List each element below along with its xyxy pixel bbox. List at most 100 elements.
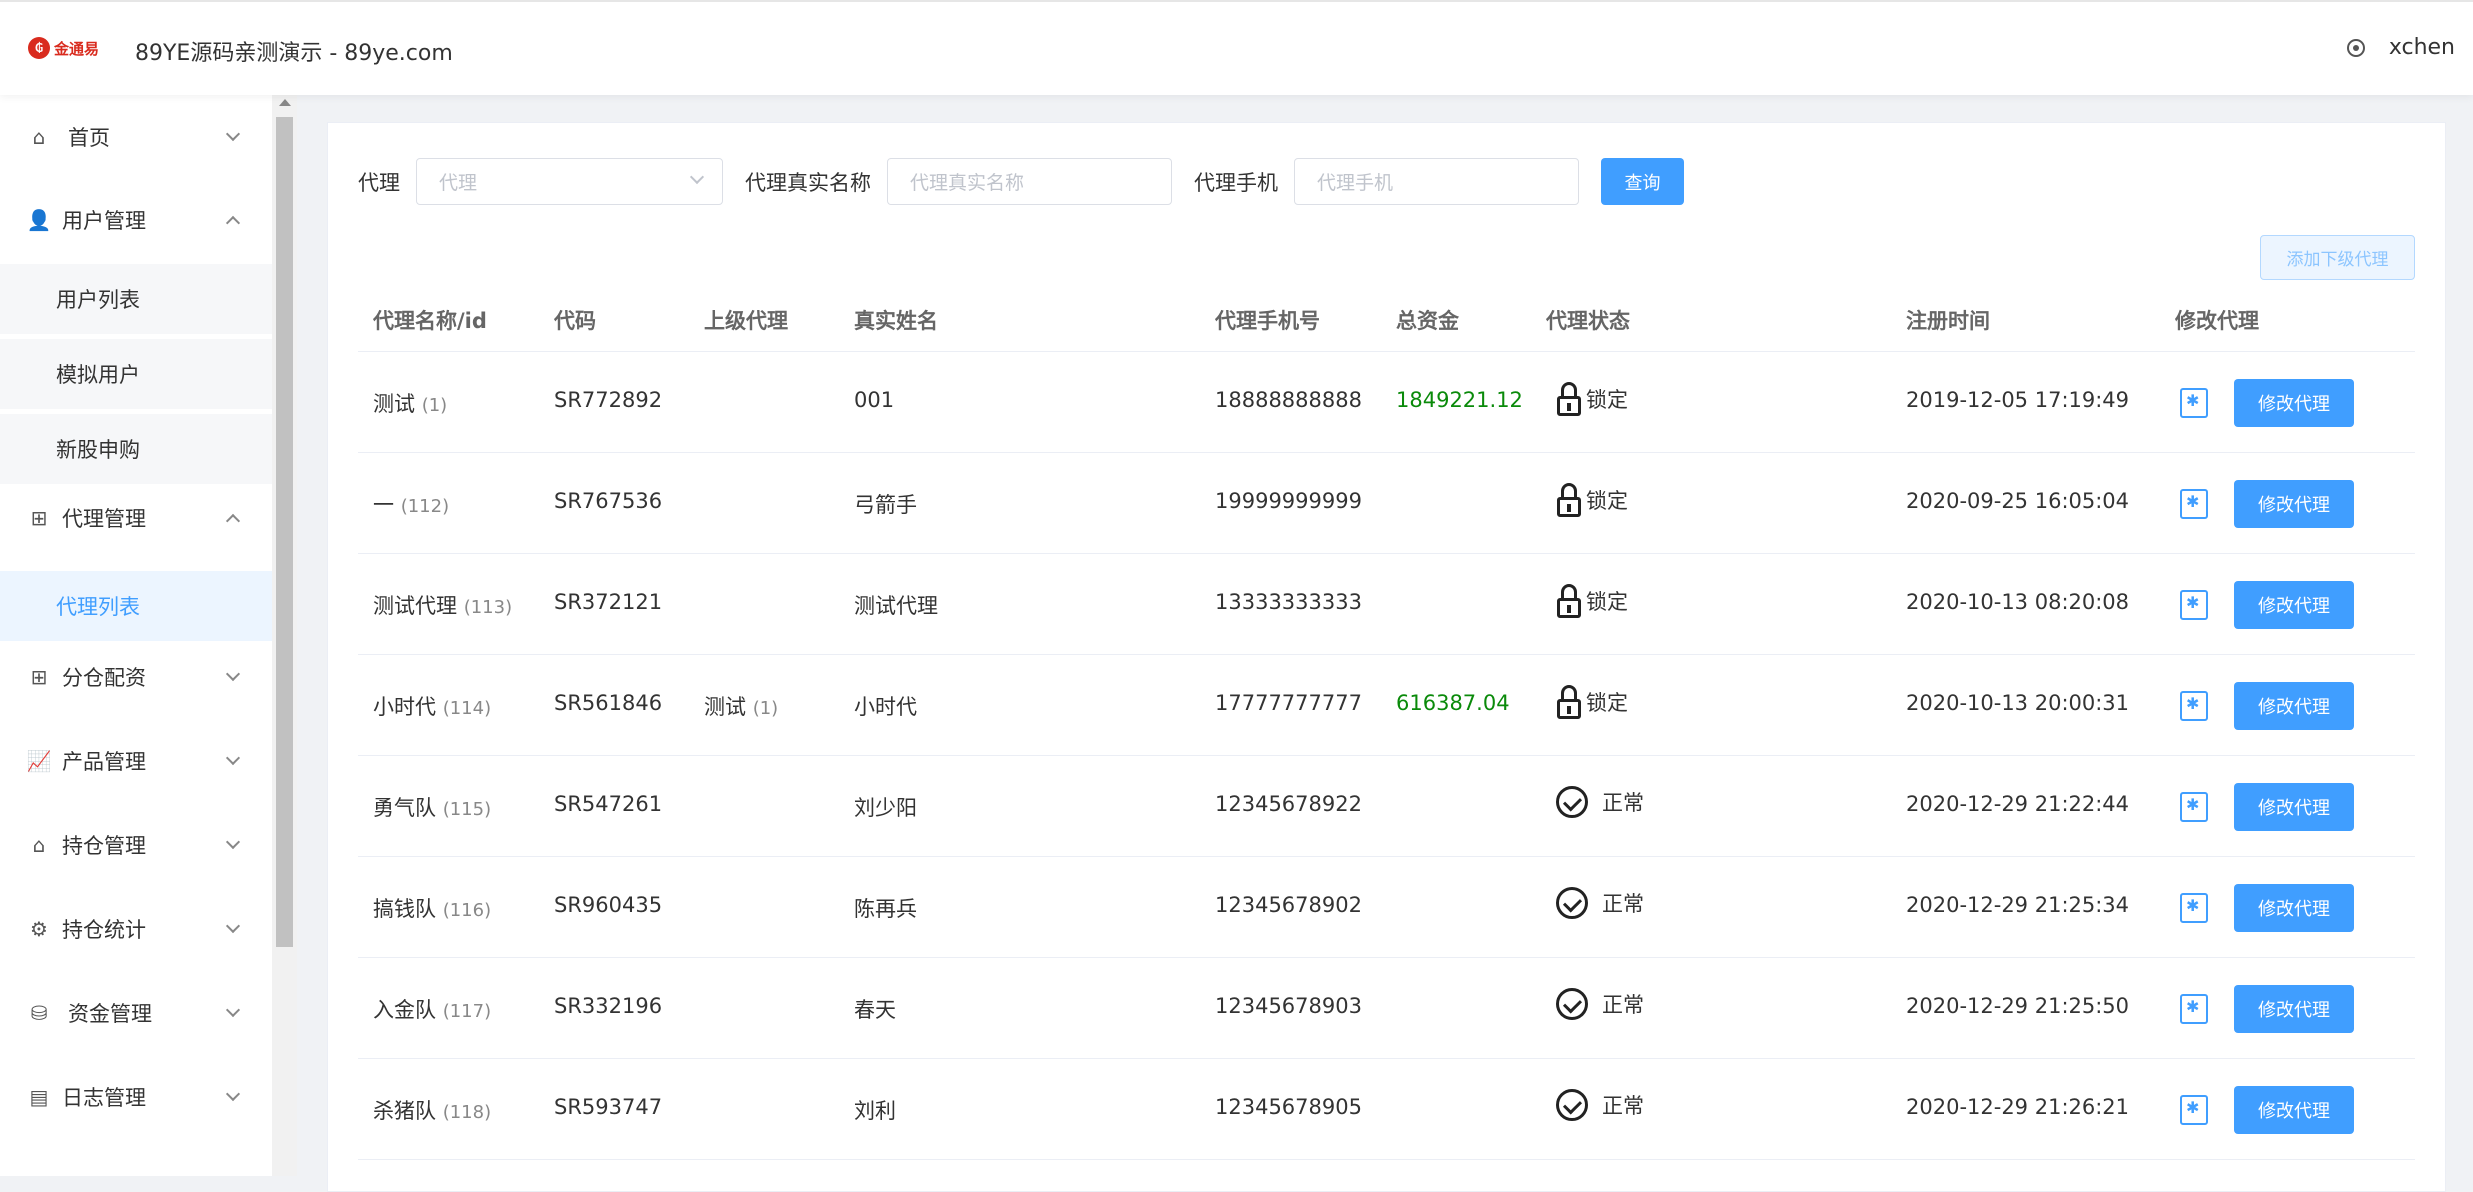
chart-icon: 📈 [26,749,52,773]
query-button[interactable]: 查询 [1601,158,1684,205]
edit-agent-button[interactable]: 修改代理 [2234,884,2354,932]
agent-status[interactable]: 正常 [1556,887,1644,919]
org-icon: ⊞ [30,665,48,689]
lock-icon [1556,584,1582,618]
agent-id: (113) [463,597,513,618]
agent-phone: 18888888888 [1215,388,1362,412]
filter-bar: 代理 代理 代理真实名称 代理真实名称 代理手机 代理手机 查询 [358,158,1684,205]
table-row: 入金队 (117) SR332196 春天 12345678903 正常 2020-12… [358,958,2415,1059]
table-row: 测试代理 (113) SR372121 测试代理 13333333333 锁定 2020… [358,554,2415,655]
chevron-down-icon [225,666,241,682]
agent-name-cell: 搞钱队 (116) [373,893,491,923]
total-funds: 1849221.12 [1396,388,1523,412]
sidebar-item-user-manage[interactable]: 👤 用户管理 [0,190,272,250]
app-title: 89YE源码亲测演示 - 89ye.com [135,41,453,66]
edit-settings-icon[interactable] [2180,1095,2208,1125]
agent-name-cell: 杀猪队 (118) [373,1095,491,1125]
agent-id: (116) [442,900,492,921]
org-icon: ⊞ [30,506,48,530]
sidebar-subitem-sim-user[interactable]: 模拟用户 [0,339,272,409]
edit-settings-icon[interactable] [2180,691,2208,721]
sidebar-item-allocation[interactable]: ⊞ 分仓配资 [0,647,272,707]
edit-agent-button[interactable]: 修改代理 [2234,581,2354,629]
agent-code: SR372121 [554,590,663,614]
sidebar-subitem-agent-list[interactable]: 代理列表 [0,571,272,641]
check-circle-icon [1556,988,1588,1020]
logo-icon: ₲ [28,37,50,59]
real-name: 弓箭手 [854,493,917,517]
agent-status[interactable]: 正常 [1556,1089,1644,1121]
edit-agent-button[interactable]: 修改代理 [2234,783,2354,831]
register-time: 2020-12-29 21:26:21 [1906,1095,2130,1119]
top-bar: ₲ 金通易 89YE源码亲测演示 - 89ye.com xchen [0,0,2473,95]
sidebar-scrollbar[interactable] [272,95,297,1176]
total-funds: 616387.04 [1396,691,1510,715]
sidebar-item-home[interactable]: ⌂ 首页 [0,107,272,167]
agent-name: 搞钱队 [373,897,436,921]
agent-status[interactable]: 锁定 [1556,584,1628,618]
sidebar-item-positions[interactable]: ⌂ 持仓管理 [0,815,272,875]
edit-agent-button[interactable]: 修改代理 [2234,682,2354,730]
sidebar-item-logs[interactable]: ▤ 日志管理 [0,1067,272,1127]
settings-icon[interactable] [2346,38,2365,57]
sidebar: ⌂ 首页 👤 用户管理 用户列表 模拟用户 新股申购 ⊞ 代理管理 代理列表 ⊞… [0,95,272,1176]
chevron-down-icon [225,834,241,850]
agent-status[interactable]: 锁定 [1556,483,1628,517]
add-sub-agent-button[interactable]: 添加下级代理 [2260,235,2415,280]
edit-agent-button[interactable]: 修改代理 [2234,1086,2354,1134]
agent-status[interactable]: 锁定 [1556,382,1628,416]
table-row: 杀猪队 (118) SR593747 刘利 12345678905 正常 2020-12… [358,1059,2415,1160]
agent-status[interactable]: 正常 [1556,988,1644,1020]
stats-icon: ⚙ [30,917,48,941]
house-icon: ⌂ [32,833,46,857]
scrollbar-thumb[interactable] [276,117,293,947]
agent-phone: 19999999999 [1215,489,1362,513]
register-time: 2020-12-29 21:25:34 [1906,893,2130,917]
sidebar-item-agent-manage[interactable]: ⊞ 代理管理 [0,488,272,548]
real-name: 刘少阳 [854,796,917,820]
agent-select-placeholder: 代理 [439,172,478,194]
agent-name-cell: 测试 (1) [373,388,447,418]
agent-id: (118) [442,1102,492,1123]
phone-input[interactable]: 代理手机 [1294,158,1579,205]
agent-code: SR547261 [554,792,663,816]
edit-settings-icon[interactable] [2180,893,2208,923]
chevron-down-icon [225,750,241,766]
edit-settings-icon[interactable] [2180,994,2208,1024]
realname-input[interactable]: 代理真实名称 [887,158,1172,205]
sidebar-item-position-stats[interactable]: ⚙ 持仓统计 [0,899,272,959]
log-icon: ▤ [29,1085,49,1109]
sidebar-item-products[interactable]: 📈 产品管理 [0,731,272,791]
agent-status[interactable]: 正常 [1556,786,1644,818]
agent-code: SR561846 [554,691,663,715]
chevron-down-icon [689,169,705,185]
chevron-down-icon [225,1086,241,1102]
agent-phone: 12345678905 [1215,1095,1362,1119]
edit-agent-button[interactable]: 修改代理 [2234,480,2354,528]
status-text: 正常 [1602,1094,1644,1118]
edit-settings-icon[interactable] [2180,792,2208,822]
edit-settings-icon[interactable] [2180,388,2208,418]
sidebar-item-funds[interactable]: ⛁ 资金管理 [0,983,272,1043]
agent-id: (115) [442,799,492,820]
agent-status[interactable]: 锁定 [1556,685,1628,719]
sidebar-subitem-user-list[interactable]: 用户列表 [0,264,272,334]
agent-name: 杀猪队 [373,1099,436,1123]
phone-filter-label: 代理手机 [1194,170,1278,195]
real-name: 陈再兵 [854,897,917,921]
logo[interactable]: ₲ 金通易 [28,37,99,59]
agent-select[interactable]: 代理 [416,158,723,205]
col-header-phone: 代理手机号 [1215,309,1320,333]
edit-agent-button[interactable]: 修改代理 [2234,379,2354,427]
table-row: 小时代 (114) SR561846 测试 (1) 小时代 17777777777 616… [358,655,2415,756]
edit-settings-icon[interactable] [2180,590,2208,620]
sidebar-subitem-ipo[interactable]: 新股申购 [0,414,272,484]
sidebar-item-label: 日志管理 [62,1086,146,1110]
username[interactable]: xchen [2389,35,2455,60]
phone-placeholder: 代理手机 [1317,172,1394,194]
edit-settings-icon[interactable] [2180,489,2208,519]
edit-agent-button[interactable]: 修改代理 [2234,985,2354,1033]
col-header-parent: 上级代理 [704,309,788,333]
status-text: 锁定 [1586,590,1628,614]
scroll-up-arrow-icon[interactable] [279,99,291,106]
